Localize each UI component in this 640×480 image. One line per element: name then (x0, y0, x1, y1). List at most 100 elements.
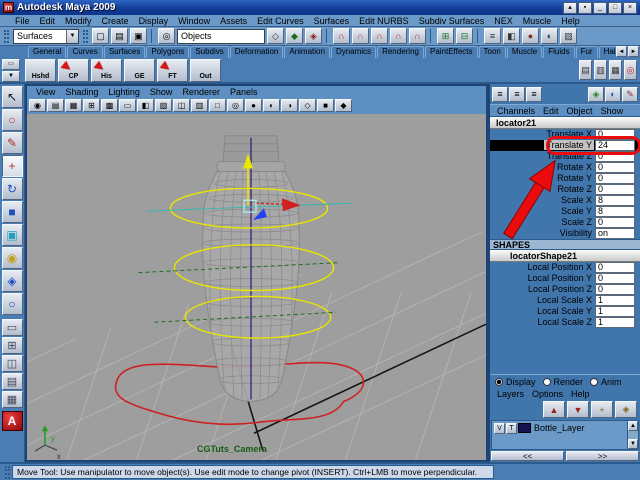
shelf-tab[interactable]: PaintEffects (424, 46, 478, 58)
restore-window-button[interactable]: □ (608, 1, 622, 14)
hypergraph-inputs-button[interactable]: ◈ (588, 86, 604, 102)
viewport-canvas[interactable]: y x CGTuts_Camera (27, 114, 486, 460)
channel-label[interactable]: Translate Z (490, 151, 594, 162)
toggle-layer-editor-button[interactable]: ◎ (624, 60, 637, 80)
channel-box-menu-item[interactable]: Object (563, 105, 597, 116)
scene-svg[interactable]: y x (27, 114, 486, 460)
selection-mask-field[interactable]: Objects (177, 28, 265, 44)
layer-row[interactable]: V T Bottle_Layer (492, 421, 627, 435)
channel-value-field[interactable]: 0 (595, 129, 635, 140)
ipr-render-button[interactable]: ◐ (541, 28, 558, 44)
shelf-tab[interactable]: Rendering (377, 46, 424, 58)
menu-set-selector[interactable]: Surfaces ▼ (13, 28, 79, 44)
create-empty-layer-button[interactable]: + (591, 401, 613, 418)
snap-to-view-button[interactable]: ∩ (409, 28, 431, 44)
menu-item[interactable]: Edit NURBS (354, 15, 414, 26)
shelf-item[interactable]: ▶ Hshd (25, 58, 56, 82)
shelf-tab[interactable]: Polygons (146, 46, 190, 58)
shelf-tab[interactable]: Animation (284, 46, 330, 58)
channel-label[interactable]: Scale X (490, 195, 594, 206)
channel-label[interactable]: Translate X (490, 129, 594, 140)
menu-item[interactable]: Modify (60, 15, 97, 26)
soft-modification-tool-button[interactable]: ◉ (1, 247, 23, 269)
toggle-channel-box-button[interactable]: ▦ (609, 60, 622, 80)
channel-value-field[interactable]: 0 (595, 173, 635, 184)
universal-manipulator-tool-button[interactable]: ▣ (1, 224, 23, 246)
toggle-attribute-editor-button[interactable]: ▤ (579, 60, 592, 80)
radio-icon[interactable] (495, 377, 503, 386)
paint-select-tool-button[interactable]: ✎ (1, 132, 23, 154)
shape-name-header[interactable]: locatorShape21 (490, 250, 640, 262)
channel-value-field[interactable]: 0 (595, 217, 635, 228)
pin-window-button[interactable]: ▪ (578, 1, 592, 14)
output-connections-button[interactable]: ⊟ (456, 28, 478, 44)
channel-box-menu-item[interactable]: Edit (539, 105, 563, 116)
xray-mode-button[interactable]: ◇ (299, 99, 316, 112)
channel-label[interactable]: Local Position X (490, 262, 594, 273)
shelf-item[interactable]: ▶ CP (58, 58, 89, 82)
camera-attributes-button[interactable]: ◉ (29, 99, 46, 112)
layer-editor-menu-item[interactable]: Layers (493, 388, 528, 400)
menu-item[interactable]: Help (556, 15, 585, 26)
scroll-up-icon[interactable]: ▲ (628, 421, 638, 431)
menu-item[interactable]: Surfaces (309, 15, 355, 26)
channel-label[interactable]: Local Position Z (490, 284, 594, 295)
render-current-frame-button[interactable]: ● (522, 28, 539, 44)
move-tool-button[interactable]: + (1, 155, 23, 177)
layer-editor-menu-item[interactable]: Options (528, 388, 567, 400)
channel-value-field[interactable]: on (595, 228, 635, 239)
shelf-item[interactable]: ▶ His (91, 58, 122, 82)
current-tool-button[interactable]: ○ (1, 293, 23, 315)
help-line-grip[interactable] (5, 465, 10, 479)
channel-value-field[interactable]: 0 (595, 151, 635, 162)
channel-value-field[interactable]: 8 (595, 206, 635, 217)
manip-off-button[interactable]: ≡ (492, 86, 508, 102)
shelf-tab[interactable]: Curves (67, 46, 103, 58)
layer-template-toggle[interactable]: T (506, 422, 517, 434)
panel-menu-item[interactable]: Panels (225, 86, 263, 98)
open-scene-button[interactable]: ▤ (111, 28, 128, 44)
channel-label[interactable]: Translate Y (490, 140, 594, 151)
minimize-window-button[interactable]: _ (593, 1, 607, 14)
shelf-tab[interactable]: Dynamics (330, 46, 377, 58)
toggle-tool-settings-button[interactable]: ▥ (594, 60, 607, 80)
construction-history-button[interactable]: ≡ (484, 28, 501, 44)
use-all-lights-button[interactable]: ◑ (281, 99, 298, 112)
save-scene-button[interactable]: ▣ (130, 28, 152, 44)
menu-item[interactable]: Subdiv Surfaces (414, 15, 490, 26)
snap-to-curve-button[interactable]: ∩ (352, 28, 369, 44)
resolution-gate-button[interactable]: ◧ (137, 99, 154, 112)
shelf-tab[interactable]: Fluids (543, 46, 575, 58)
layer-mode-radio[interactable]: Render (542, 377, 583, 387)
layer-mode-radio[interactable]: Anim (590, 377, 622, 387)
shaded-mode-button[interactable]: ● (245, 99, 262, 112)
channel-label[interactable]: Scale Z (490, 217, 594, 228)
channel-label[interactable]: Rotate Z (490, 184, 594, 195)
layer-name[interactable]: Bottle_Layer (532, 423, 585, 433)
shelf-tab[interactable]: Muscle (506, 46, 543, 58)
shelf-tab[interactable]: Deformation (229, 46, 284, 58)
snap-to-plane-button[interactable]: ∩ (390, 28, 407, 44)
snap-to-grid-button[interactable]: ∩ (333, 28, 350, 44)
open-render-view-button[interactable]: ◧ (503, 28, 520, 44)
shelf-menu-button[interactable]: ▼ (2, 70, 20, 82)
panel-menu-item[interactable]: Shading (60, 86, 103, 98)
grid-toggle-button[interactable]: ▩ (101, 99, 118, 112)
roll-window-button[interactable]: ▴ (563, 1, 577, 14)
channel-value-field[interactable]: 1 (595, 295, 635, 306)
channel-value-field[interactable]: 1 (595, 317, 635, 328)
panel-menu-item[interactable]: Lighting (103, 86, 145, 98)
shelf-editor-button[interactable]: ▭ (2, 58, 20, 70)
selection-mask-menu-button[interactable]: ◎ (158, 28, 175, 44)
channel-label[interactable]: Visibility (490, 228, 594, 239)
shelf-item[interactable]: ▶ Out (190, 58, 221, 82)
layer-visibility-toggle[interactable]: V (494, 422, 505, 434)
menu-item[interactable]: Edit Curves (252, 15, 309, 26)
textured-mode-button[interactable]: ◐ (263, 99, 280, 112)
panel-menu-item[interactable]: Show (145, 86, 178, 98)
create-layer-assign-selected-button[interactable]: ◈ (615, 401, 637, 418)
scale-tool-button[interactable]: ■ (1, 201, 23, 223)
two-d-pan-zoom-button[interactable]: ⊞ (83, 99, 100, 112)
show-manipulator-tool-button[interactable]: ◈ (1, 270, 23, 292)
safe-title-button[interactable]: □ (209, 99, 226, 112)
